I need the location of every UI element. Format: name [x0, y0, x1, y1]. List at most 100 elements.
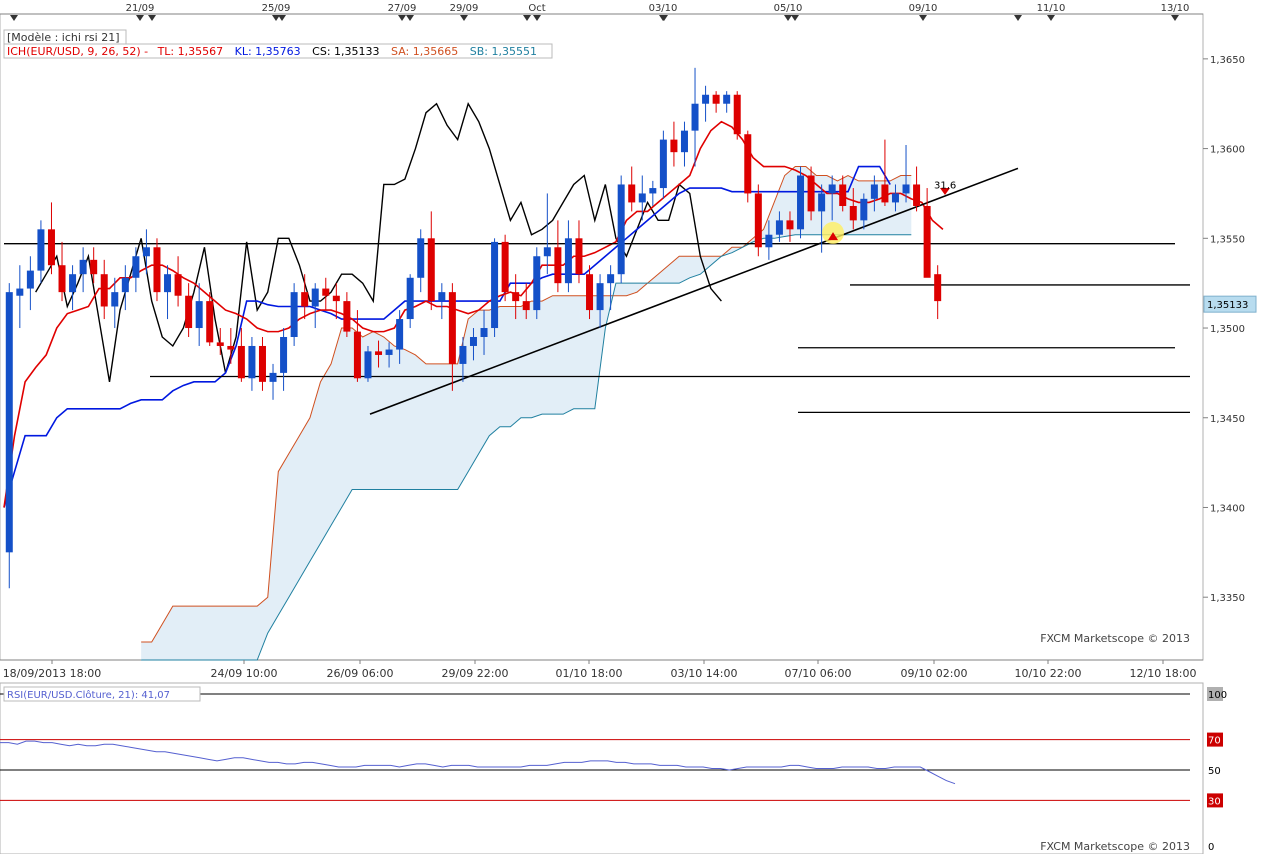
bullish-candle[interactable] — [16, 288, 24, 296]
bearish-candle[interactable] — [670, 139, 678, 153]
bullish-candle[interactable] — [195, 301, 203, 329]
bullish-candle[interactable] — [269, 372, 277, 382]
span-b-value: SB: 1,35551 — [470, 45, 537, 58]
bullish-candle[interactable] — [870, 184, 878, 199]
bullish-candle[interactable] — [480, 328, 488, 337]
bullish-candle[interactable] — [79, 259, 87, 275]
bearish-candle[interactable] — [733, 94, 741, 135]
bearish-candle[interactable] — [47, 229, 55, 266]
bullish-candle[interactable] — [5, 292, 13, 553]
bearish-candle[interactable] — [712, 94, 720, 104]
bearish-candle[interactable] — [322, 288, 330, 296]
bullish-candle[interactable] — [164, 274, 172, 293]
bearish-candle[interactable] — [628, 184, 636, 203]
bullish-candle[interactable] — [638, 193, 646, 203]
bearish-candle[interactable] — [343, 301, 351, 332]
price-tick-label: 1,3650 — [1210, 55, 1245, 66]
bullish-candle[interactable] — [280, 337, 288, 373]
bullish-candle[interactable] — [311, 288, 319, 307]
bullish-candle[interactable] — [902, 184, 910, 194]
bearish-candle[interactable] — [206, 301, 214, 343]
bearish-candle[interactable] — [512, 292, 520, 302]
bullish-candle[interactable] — [438, 292, 446, 302]
bullish-candle[interactable] — [680, 130, 688, 153]
bearish-candle[interactable] — [100, 274, 108, 307]
bullish-candle[interactable] — [26, 270, 34, 289]
bullish-candle[interactable] — [891, 193, 899, 203]
bullish-candle[interactable] — [860, 198, 868, 221]
bullish-candle[interactable] — [469, 337, 477, 346]
bearish-candle[interactable] — [58, 265, 66, 293]
bullish-candle[interactable] — [248, 345, 256, 379]
bearish-candle[interactable] — [153, 247, 161, 293]
bullish-candle[interactable] — [607, 274, 615, 284]
bearish-candle[interactable] — [586, 274, 594, 311]
bullish-candle[interactable] — [142, 247, 150, 257]
bearish-candle[interactable] — [448, 292, 456, 364]
bearish-candle[interactable] — [849, 206, 857, 221]
bearish-candle[interactable] — [522, 301, 530, 311]
bottom-date-label: 07/10 06:00 — [785, 667, 852, 680]
bearish-candle[interactable] — [216, 342, 224, 346]
bearish-candle[interactable] — [839, 184, 847, 207]
bullish-candle[interactable] — [659, 139, 667, 189]
bearish-candle[interactable] — [786, 220, 794, 230]
bearish-candle[interactable] — [501, 241, 509, 293]
bearish-candle[interactable] — [237, 345, 245, 379]
bearish-candle[interactable] — [301, 292, 309, 307]
bearish-candle[interactable] — [90, 259, 98, 275]
bearish-candle[interactable] — [754, 193, 762, 248]
bottom-date-label: 03/10 14:00 — [671, 667, 738, 680]
bullish-candle[interactable] — [37, 229, 45, 271]
bearish-candle[interactable] — [174, 274, 182, 296]
bullish-candle[interactable] — [406, 277, 414, 320]
bullish-candle[interactable] — [649, 188, 657, 194]
bottom-date-label: 18/09/2013 18:00 — [3, 667, 102, 680]
bearish-candle[interactable] — [258, 345, 266, 382]
bullish-candle[interactable] — [564, 238, 572, 284]
bullish-candle[interactable] — [617, 184, 625, 275]
bullish-candle[interactable] — [290, 292, 298, 337]
bearish-candle[interactable] — [332, 295, 340, 302]
bullish-candle[interactable] — [765, 234, 773, 248]
bullish-candle[interactable] — [596, 283, 604, 311]
bearish-candle[interactable] — [353, 331, 361, 379]
bullish-candle[interactable] — [417, 238, 425, 278]
bullish-candle[interactable] — [691, 103, 699, 131]
bottom-date-label: 24/09 10:00 — [211, 667, 278, 680]
bearish-candle[interactable] — [554, 247, 562, 284]
bullish-candle[interactable] — [543, 247, 551, 257]
bullish-candle[interactable] — [723, 94, 731, 104]
bearish-candle[interactable] — [427, 238, 435, 302]
bearish-candle[interactable] — [923, 206, 931, 278]
bearish-candle[interactable] — [913, 184, 921, 207]
bottom-date-label: 10/10 22:00 — [1015, 667, 1082, 680]
bearish-candle[interactable] — [744, 134, 752, 194]
bullish-candle[interactable] — [111, 292, 119, 307]
bearish-candle[interactable] — [881, 184, 889, 203]
bullish-candle[interactable] — [491, 241, 499, 329]
top-date-label: 03/10 — [649, 3, 678, 14]
bullish-candle[interactable] — [818, 193, 826, 212]
indicator-legend: ICH(EUR/USD, 9, 26, 52) - TL: 1,35567 KL… — [7, 45, 537, 58]
bullish-candle[interactable] — [533, 256, 541, 311]
bullish-candle[interactable] — [121, 277, 129, 293]
rsi-panel[interactable] — [0, 682, 1204, 854]
bullish-candle[interactable] — [797, 175, 805, 230]
bearish-candle[interactable] — [934, 274, 942, 302]
bullish-candle[interactable] — [775, 220, 783, 235]
bearish-candle[interactable] — [185, 295, 193, 329]
bearish-candle[interactable] — [575, 238, 583, 275]
bearish-candle[interactable] — [807, 175, 815, 212]
bullish-candle[interactable] — [364, 351, 372, 379]
chart[interactable]: 31,6 1,3650 1,3600 1,3550 1,3500 1,3450 1,340… — [0, 0, 1263, 854]
bullish-candle[interactable] — [702, 94, 710, 104]
bullish-candle[interactable] — [132, 256, 140, 278]
bullish-candle[interactable] — [69, 274, 77, 293]
bearish-candle[interactable] — [375, 351, 383, 355]
bullish-candle[interactable] — [828, 184, 836, 194]
bullish-candle[interactable] — [385, 349, 393, 355]
bullish-candle[interactable] — [396, 319, 404, 350]
bullish-candle[interactable] — [459, 345, 467, 364]
bearish-candle[interactable] — [227, 345, 235, 350]
